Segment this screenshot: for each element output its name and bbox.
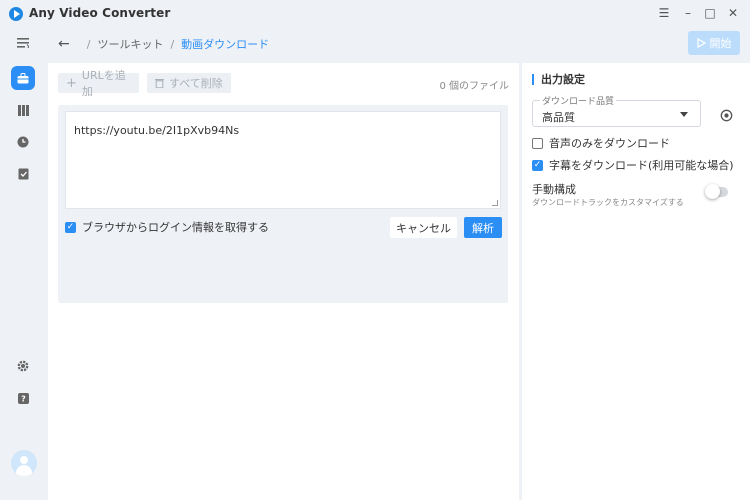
add-url-label: URLを追加 (81, 69, 126, 98)
file-count: 0 個のファイル (439, 81, 509, 92)
maximize-icon[interactable]: □ (703, 6, 717, 20)
app-logo-icon (9, 7, 23, 21)
quality-label: ダウンロード品質 (540, 94, 617, 107)
trash-icon (155, 79, 164, 88)
avatar-icon[interactable] (11, 450, 37, 476)
breadcrumb-separator: / (86, 37, 91, 51)
checkbox-unchecked-icon[interactable] (532, 137, 543, 149)
app-title: Any Video Converter (29, 6, 171, 20)
library-icon[interactable] (11, 98, 35, 122)
toggle-knob (705, 184, 720, 199)
start-icon (696, 38, 706, 48)
tasks-icon[interactable] (11, 162, 35, 186)
quality-value: 高品質 (542, 111, 575, 124)
manual-config-description: ダウンロードトラックをカスタマイズする (532, 198, 684, 207)
checkbox-checked-icon[interactable]: ✓ (532, 159, 543, 171)
output-settings-panel: 出力設定 ダウンロード品質 高品質 音声のみをダウンロード ✓ 字幕をダウンロー… (522, 63, 750, 500)
toolkit-icon[interactable] (11, 66, 35, 90)
parse-button[interactable]: 解析 (464, 217, 502, 238)
subtitles-label: 字幕をダウンロード(利用可能な場合) (549, 159, 734, 172)
url-input[interactable]: https://youtu.be/2I1pXvb94Ns (65, 111, 501, 209)
quality-select[interactable]: ダウンロード品質 高品質 (532, 94, 701, 127)
cancel-button[interactable]: キャンセル (390, 217, 457, 238)
manual-config-label: 手動構成 (532, 183, 576, 196)
start-button[interactable]: 開始 (688, 31, 740, 55)
settings-icon[interactable] (11, 354, 35, 378)
start-label: 開始 (709, 37, 732, 50)
add-url-button[interactable]: + URLを追加 (58, 69, 139, 98)
main-panel: + URLを追加 すべて削除 0 個のファイル https://youtu.be… (48, 63, 519, 500)
audio-only-checkbox[interactable]: 音声のみをダウンロード (532, 135, 670, 151)
subtitles-checkbox[interactable]: ✓ 字幕をダウンロード(利用可能な場合) (532, 157, 734, 173)
breadcrumb-current: 動画ダウンロード (181, 38, 270, 51)
delete-all-button[interactable]: すべて削除 (147, 73, 231, 93)
back-arrow-icon[interactable]: ← (58, 36, 70, 52)
login-checkbox[interactable]: ✓ ブラウザからログイン情報を取得する (65, 219, 269, 235)
resize-handle[interactable] (492, 200, 498, 206)
checkbox-checked-icon[interactable]: ✓ (65, 221, 76, 233)
audio-only-label: 音声のみをダウンロード (549, 137, 670, 150)
delete-all-label: すべて削除 (169, 77, 223, 90)
menu-icon[interactable]: ☰ (657, 6, 671, 20)
plus-icon: + (66, 75, 77, 91)
help-icon[interactable]: ? (11, 386, 35, 410)
url-input-card: https://youtu.be/2I1pXvb94Ns ✓ ブラウザからログイ… (58, 105, 508, 303)
history-icon[interactable] (11, 130, 35, 154)
breadcrumb-separator: / (170, 37, 175, 51)
dropdown-caret-icon (680, 112, 688, 117)
close-icon[interactable]: ✕ (726, 6, 740, 20)
title-bar: Any Video Converter ☰ – □ ✕ (0, 0, 750, 28)
output-settings-title: 出力設定 (532, 74, 585, 85)
collapse-sidebar-icon[interactable] (11, 31, 35, 55)
login-checkbox-label: ブラウザからログイン情報を取得する (82, 221, 269, 234)
breadcrumb: ← / ツールキット / 動画ダウンロード (58, 36, 269, 52)
svg-text:?: ? (21, 394, 26, 403)
manual-config-toggle[interactable] (705, 184, 728, 199)
minimize-icon[interactable]: – (681, 6, 695, 20)
sidebar: ? (0, 28, 46, 500)
output-settings-icon[interactable] (720, 107, 733, 126)
breadcrumb-toolkit[interactable]: ツールキット (97, 36, 163, 52)
url-input-text: https://youtu.be/2I1pXvb94Ns (74, 124, 240, 137)
